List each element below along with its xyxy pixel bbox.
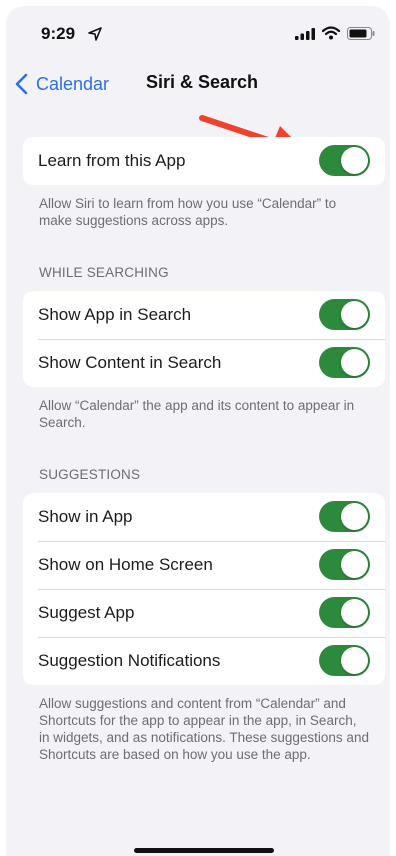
toggle-knob: [341, 503, 368, 530]
row-label: Show in App: [38, 507, 133, 526]
status-bar: 9:29: [6, 6, 390, 62]
back-label: Calendar: [36, 73, 110, 94]
phone-screen: 9:29 Calendar Siri & Search Learn from t…: [6, 6, 390, 856]
suggestions-header: SUGGESTIONS: [39, 467, 141, 482]
suggest-app-toggle[interactable]: [319, 597, 370, 628]
show-on-home-screen-toggle[interactable]: [319, 549, 370, 580]
navigation-bar: Calendar Siri & Search: [6, 62, 390, 106]
row-label: Suggest App: [38, 603, 135, 622]
cellular-signal-icon: [295, 28, 315, 40]
show-app-in-search-toggle[interactable]: [319, 299, 370, 330]
toggle-knob: [341, 301, 368, 328]
battery-icon: [347, 27, 375, 40]
row-label: Show App in Search: [38, 305, 192, 324]
row-label: Show on Home Screen: [38, 555, 213, 574]
toggle-knob: [341, 599, 368, 626]
while-searching-header: WHILE SEARCHING: [39, 265, 169, 280]
chevron-left-icon: [15, 73, 28, 95]
location-arrow-icon: [88, 27, 102, 41]
suggestions-footer: Allow suggestions and content from “Cale…: [39, 696, 369, 762]
suggestions-group: Show in App Show on Home Screen Suggest …: [23, 493, 385, 685]
while-searching-footer: Allow “Calendar” the app and its content…: [39, 398, 355, 430]
toggle-knob: [341, 147, 368, 174]
home-indicator[interactable]: [134, 848, 274, 853]
show-in-app-toggle[interactable]: [319, 501, 370, 532]
status-time: 9:29: [41, 24, 76, 43]
toggle-knob: [341, 551, 368, 578]
row-label: Show Content in Search: [38, 353, 222, 372]
back-button[interactable]: Calendar: [14, 70, 109, 98]
show-app-in-search-row: Show App in Search: [23, 291, 385, 339]
show-content-in-search-row: Show Content in Search: [23, 339, 385, 387]
show-on-home-screen-row: Show on Home Screen: [23, 541, 385, 589]
learn-from-app-row: Learn from this App: [23, 137, 385, 185]
page-title: Siri & Search: [146, 72, 259, 92]
learn-from-app-toggle[interactable]: [319, 145, 370, 176]
learn-footer: Allow Siri to learn from how you use “Ca…: [39, 196, 337, 228]
wifi-icon: [322, 26, 340, 40]
while-searching-group: Show App in Search Show Content in Searc…: [23, 291, 385, 387]
show-content-in-search-toggle[interactable]: [319, 347, 370, 378]
toggle-knob: [341, 647, 368, 674]
suggestion-notifications-row: Suggestion Notifications: [23, 637, 385, 685]
row-label: Suggestion Notifications: [38, 651, 221, 670]
show-in-app-row: Show in App: [23, 493, 385, 541]
suggest-app-row: Suggest App: [23, 589, 385, 637]
learn-group: Learn from this App: [23, 137, 385, 185]
suggestion-notifications-toggle[interactable]: [319, 645, 370, 676]
row-label: Learn from this App: [38, 151, 186, 170]
toggle-knob: [341, 349, 368, 376]
